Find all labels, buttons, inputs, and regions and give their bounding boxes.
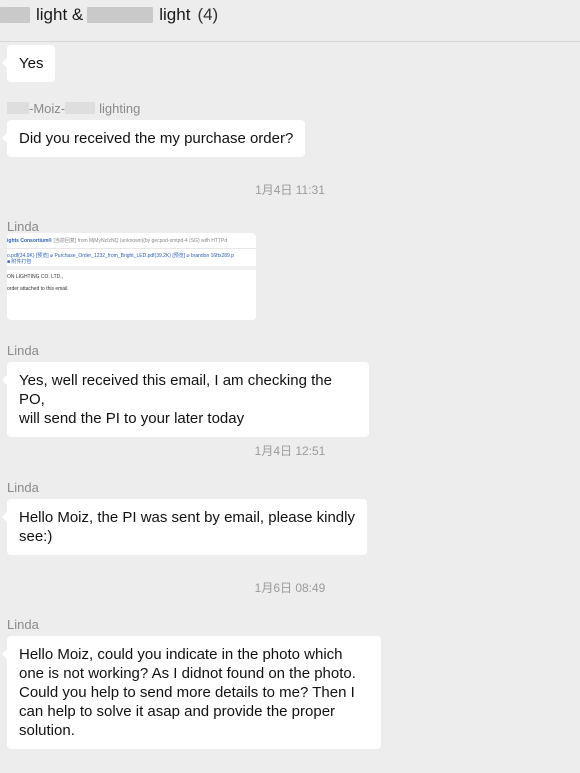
chat-title[interactable]: light & light (4) bbox=[0, 4, 218, 26]
timestamp: 1月4日 11:31 bbox=[255, 183, 325, 197]
message-text: Hello Moiz, could you indicate in the ph… bbox=[19, 646, 343, 663]
email-header-line: ights Consortium® [当前回复] from MjMyNzIzNQ… bbox=[7, 238, 228, 244]
attachment-pack-line: ■ 附件打包 bbox=[7, 259, 32, 265]
message-text: will send the PI to your later today bbox=[19, 410, 245, 427]
timestamp: 1月6日 08:49 bbox=[254, 581, 326, 595]
message-list[interactable]: Yes -Moiz- lighting Did you received the… bbox=[0, 42, 580, 773]
sender-name: Linda bbox=[7, 218, 39, 234]
message-text: solution. bbox=[19, 722, 75, 739]
message-bubble[interactable]: Hello Moiz, the PI was sent by email, pl… bbox=[2, 499, 367, 555]
message-bubble[interactable]: Did you received the my purchase order? bbox=[1, 120, 306, 157]
sender-name: -Moiz- lighting bbox=[7, 100, 140, 116]
message-text: Yes bbox=[19, 55, 44, 72]
message-text: see:) bbox=[19, 528, 53, 545]
divider bbox=[7, 248, 256, 249]
chat-header: light & light (4) bbox=[0, 0, 580, 42]
redacted-name bbox=[0, 7, 30, 23]
message-text: Could you help to send more details to m… bbox=[19, 684, 355, 701]
message-text: Did you received the my purchase order? bbox=[19, 130, 294, 147]
redacted-name bbox=[87, 7, 154, 23]
message-text: Hello Moiz, the PI was sent by email, pl… bbox=[19, 509, 355, 526]
message-text: can help to solve it asap and provide th… bbox=[19, 703, 336, 720]
message-text: one is not working? As I didnot found on… bbox=[19, 665, 356, 682]
message-text: Yes, well received this email, I am chec… bbox=[19, 372, 332, 408]
divider bbox=[7, 266, 256, 270]
title-part-1: light & bbox=[36, 5, 84, 24]
email-body-line: order attached to this email. bbox=[7, 286, 69, 292]
attachment-line: o.pdf(34.9K) [预览] ⌀ Purchase_Order_1232_… bbox=[7, 253, 234, 259]
sender-name: Linda bbox=[7, 479, 39, 495]
email-screenshot-image[interactable]: ights Consortium® [当前回复] from MjMyNzIzNQ… bbox=[7, 233, 256, 320]
redacted-name bbox=[65, 102, 96, 114]
email-body-line: ON LIGHTING CO. LTD., bbox=[7, 274, 64, 280]
sender-name: Linda bbox=[7, 342, 39, 358]
title-part-2: light bbox=[159, 5, 191, 24]
message-bubble[interactable]: Yes, well received this email, I am chec… bbox=[2, 362, 369, 437]
message-bubble[interactable]: Hello Moiz, could you indicate in the ph… bbox=[2, 636, 381, 749]
member-count: (4) bbox=[197, 5, 219, 24]
timestamp: 1月4日 12:51 bbox=[254, 444, 326, 458]
sender-name: Linda bbox=[7, 616, 39, 632]
message-bubble[interactable]: Yes bbox=[1, 45, 56, 82]
redacted-name bbox=[7, 102, 29, 114]
